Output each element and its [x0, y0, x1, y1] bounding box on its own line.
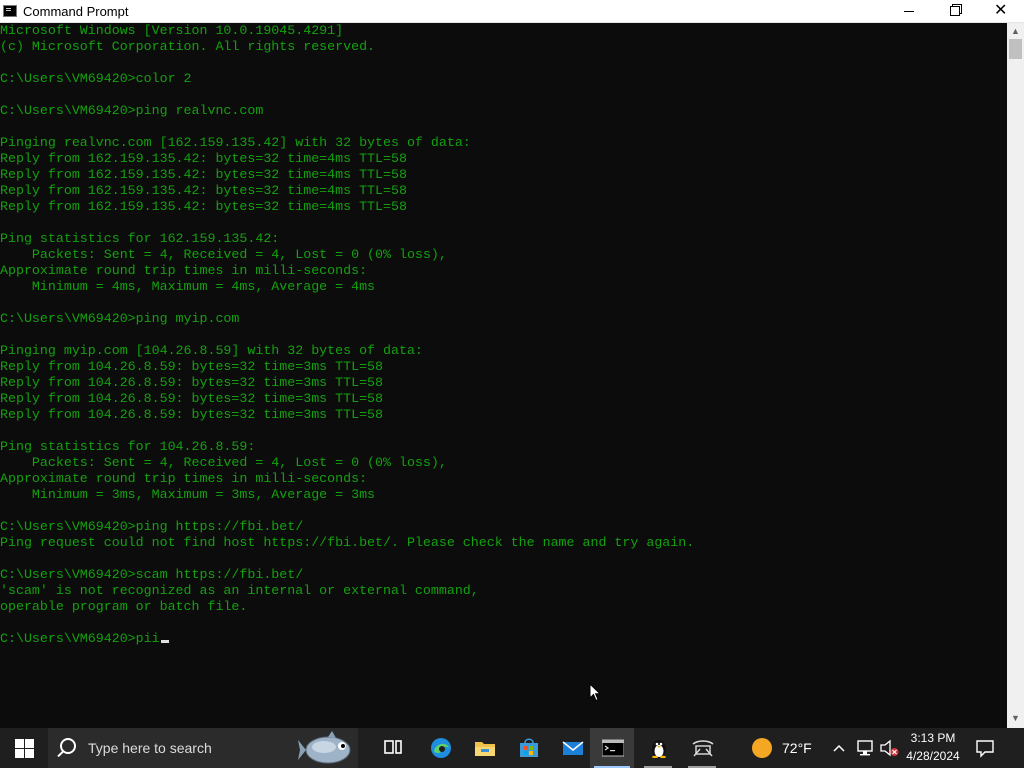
console-output: Microsoft Windows [Version 10.0.19045.42… [0, 23, 694, 647]
console-line: Pinging realvnc.com [162.159.135.42] wit… [0, 135, 471, 150]
console-line: Minimum = 3ms, Maximum = 3ms, Average = … [0, 487, 376, 502]
console-line: C:\Users\VM69420>color 2 [0, 71, 192, 86]
command-prompt: C:\Users\VM69420> [0, 631, 136, 646]
mouse-pointer-icon [589, 683, 601, 702]
console-line: C:\Users\VM69420>ping myip.com [0, 311, 240, 326]
weather-temperature: 72°F [782, 740, 812, 756]
taskbar-search-box[interactable]: Type here to search [48, 728, 358, 768]
file-explorer-taskbar-button[interactable] [462, 728, 506, 768]
clock-time[interactable]: 3:13 PM [908, 731, 958, 745]
console-line: Reply from 104.26.8.59: bytes=32 time=3m… [0, 391, 384, 406]
taskbar: Type here to search 72°F 3:13 PM 4/28/20… [0, 728, 1024, 768]
console-line: C:\Users\VM69420>ping realvnc.com [0, 103, 264, 118]
mail-icon [562, 741, 584, 755]
mail-taskbar-button[interactable] [550, 728, 594, 768]
notification-center-icon[interactable] [975, 738, 995, 758]
command-prompt-taskbar-button[interactable] [590, 728, 634, 768]
scroll-down-arrow-icon[interactable]: ▼ [1011, 713, 1020, 723]
search-placeholder: Type here to search [88, 740, 212, 756]
microsoft-store-icon [520, 738, 538, 757]
command-input[interactable]: pii [136, 631, 160, 646]
file-explorer-icon [475, 742, 495, 756]
vnc-icon [692, 740, 714, 757]
console-line: Reply from 104.26.8.59: bytes=32 time=3m… [0, 375, 384, 390]
linux-app-taskbar-button[interactable] [636, 728, 680, 768]
close-button[interactable]: ✕ [977, 0, 1023, 22]
vertical-scrollbar[interactable]: ▲ ▼ [1007, 23, 1024, 728]
close-icon: ✕ [994, 2, 1008, 19]
console-line: Packets: Sent = 4, Received = 4, Lost = … [0, 455, 447, 470]
command-prompt-icon [602, 739, 624, 757]
network-icon[interactable] [856, 739, 874, 757]
console-line: (c) Microsoft Corporation. All rights re… [0, 39, 376, 54]
sun-icon [752, 738, 772, 758]
task-view-icon [384, 740, 402, 754]
vnc-taskbar-button[interactable] [680, 728, 724, 768]
title-bar[interactable]: Command Prompt ✕ [0, 0, 1024, 23]
edge-icon [431, 738, 451, 758]
console-line: Reply from 104.26.8.59: bytes=32 time=3m… [0, 407, 384, 422]
windows-logo-icon [15, 739, 34, 758]
search-icon [60, 738, 76, 754]
window-title: Command Prompt [23, 4, 129, 19]
console-line: C:\Users\VM69420>ping https://fbi.bet/ [0, 519, 304, 534]
console-line: Minimum = 4ms, Maximum = 4ms, Average = … [0, 279, 376, 294]
console-line: C:\Users\VM69420>scam https://fbi.bet/ [0, 567, 304, 582]
scroll-up-arrow-icon[interactable]: ▲ [1011, 26, 1020, 36]
minimize-button[interactable] [885, 0, 931, 22]
minimize-icon [904, 11, 914, 12]
console-line: Approximate round trip times in milli-se… [0, 263, 368, 278]
console-line: Microsoft Windows [Version 10.0.19045.42… [0, 23, 344, 38]
console-line: Packets: Sent = 4, Received = 4, Lost = … [0, 247, 447, 262]
text-cursor [160, 640, 169, 643]
speaker-muted-icon[interactable] [879, 739, 899, 757]
edge-taskbar-button[interactable] [418, 728, 462, 768]
console-line: Ping statistics for 162.159.135.42: [0, 231, 280, 246]
console-line: Reply from 104.26.8.59: bytes=32 time=3m… [0, 359, 384, 374]
show-hidden-icons-chevron-up-icon[interactable] [832, 741, 846, 755]
console-line: Reply from 162.159.135.42: bytes=32 time… [0, 183, 407, 198]
weather-widget[interactable]: 72°F [750, 728, 820, 768]
console-line: Approximate round trip times in milli-se… [0, 471, 368, 486]
console-line: Pinging myip.com [104.26.8.59] with 32 b… [0, 343, 423, 358]
console-area[interactable]: Microsoft Windows [Version 10.0.19045.42… [0, 23, 1007, 728]
console-line: Ping statistics for 104.26.8.59: [0, 439, 256, 454]
console-history: Microsoft Windows [Version 10.0.19045.42… [0, 23, 694, 614]
search-highlight-fish-icon [298, 731, 351, 764]
command-prompt-app-icon[interactable] [3, 5, 17, 17]
linux-penguin-icon [652, 740, 666, 758]
console-line: operable program or batch file. [0, 599, 248, 614]
console-line: Reply from 162.159.135.42: bytes=32 time… [0, 199, 407, 214]
console-line: Ping request could not find host https:/… [0, 535, 695, 550]
clock-date[interactable]: 4/28/2024 [903, 749, 963, 763]
console-line: 'scam' is not recognized as an internal … [0, 583, 479, 598]
scroll-thumb[interactable] [1009, 39, 1022, 59]
start-button[interactable] [0, 728, 48, 768]
restore-button[interactable] [931, 0, 977, 22]
console-line: Reply from 162.159.135.42: bytes=32 time… [0, 167, 407, 182]
task-view-button[interactable] [370, 728, 414, 768]
microsoft-store-taskbar-button[interactable] [506, 728, 550, 768]
console-line: Reply from 162.159.135.42: bytes=32 time… [0, 151, 407, 166]
